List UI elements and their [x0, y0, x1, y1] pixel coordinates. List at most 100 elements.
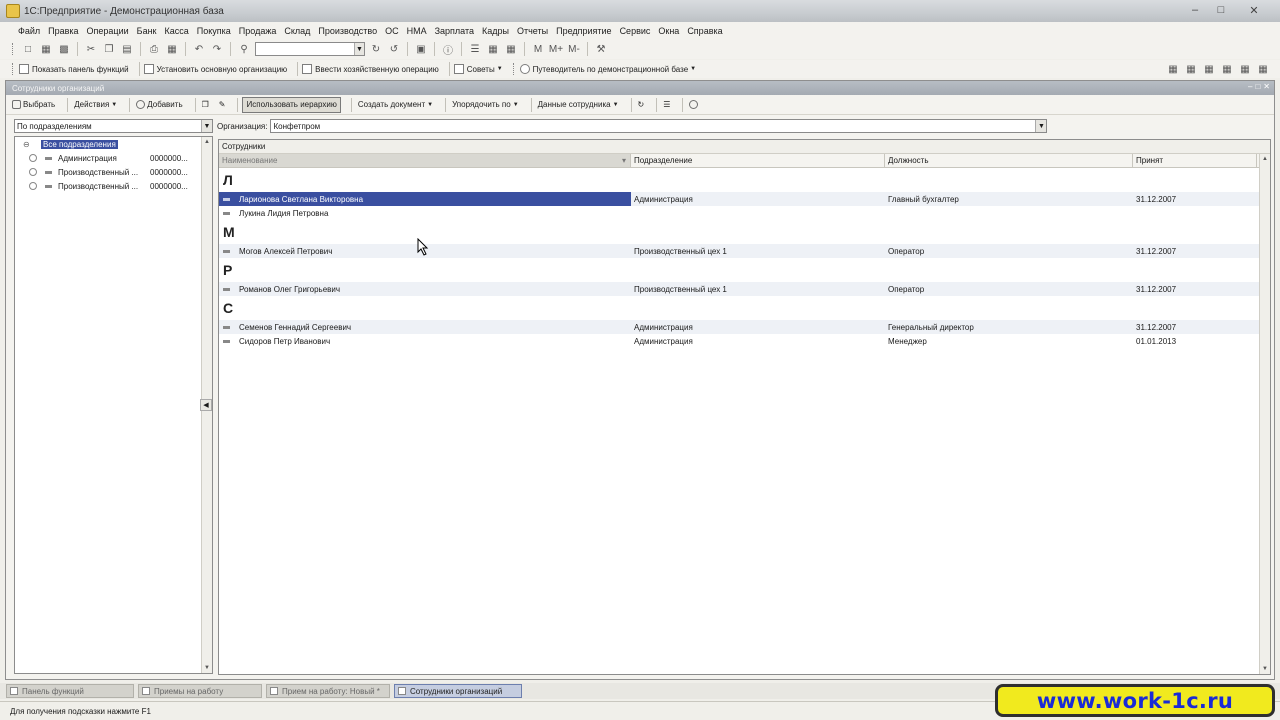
calendar-icon[interactable]: ▦ — [486, 42, 500, 56]
report-icon[interactable]: ▦ — [1238, 62, 1252, 76]
set-org-button[interactable]: Установить основную организацию — [143, 64, 287, 74]
report-icon[interactable]: ▦ — [1166, 62, 1180, 76]
edit-icon[interactable]: ✎ — [217, 97, 228, 113]
tree-item[interactable]: Производственный ... 0000000... — [15, 179, 212, 193]
memory-icon[interactable]: M — [531, 42, 545, 56]
report-icon[interactable]: ▦ — [1256, 62, 1270, 76]
search-input[interactable]: ▼ — [255, 42, 365, 56]
taskbar-item[interactable]: Сотрудники организаций — [394, 684, 522, 698]
splitter-handle[interactable]: ◀ — [200, 399, 212, 411]
table-row[interactable]: Семенов Геннадий Сергеевич Администрация Г… — [219, 320, 1270, 334]
taskbar-item[interactable]: Приемы на работу — [138, 684, 262, 698]
new-document-icon[interactable]: □ — [21, 42, 35, 56]
menu-item[interactable]: Операции — [83, 26, 133, 36]
scroll-down-icon[interactable]: ▼ — [202, 663, 212, 673]
tree-root[interactable]: ⊖ Все подразделения — [15, 137, 212, 151]
undo-icon[interactable]: ↶ — [192, 42, 206, 56]
maximize-button[interactable]: □ — [1208, 1, 1234, 19]
create-document-menu[interactable]: Создать документ ▼ — [356, 97, 435, 113]
cut-icon[interactable]: ✂ — [84, 42, 98, 56]
add-button[interactable]: Добавить — [134, 97, 184, 113]
department-tree[interactable]: ⊖ Все подразделения Администрация 0000000… — [14, 136, 213, 674]
table-row[interactable]: Ларионова Светлана Викторовна Администрац… — [219, 192, 1270, 206]
menu-item[interactable]: Продажа — [235, 26, 281, 36]
menu-item[interactable]: Файл — [14, 26, 44, 36]
info-icon[interactable]: ⓘ — [441, 42, 455, 57]
menu-item[interactable]: Правка — [44, 26, 82, 36]
menu-item[interactable]: Зарплата — [431, 26, 478, 36]
list-icon[interactable]: ☰ — [468, 42, 482, 56]
taskbar-item[interactable]: Панель функций — [6, 684, 134, 698]
report-icon[interactable]: ▦ — [1220, 62, 1234, 76]
list-settings-icon[interactable]: ☰ — [661, 97, 672, 113]
menu-item[interactable]: НМА — [403, 26, 431, 36]
column-header-name[interactable]: Наименование ▾ — [219, 154, 631, 167]
close-button[interactable]: ✕ — [1234, 1, 1274, 19]
find-prev-icon[interactable]: ↺ — [387, 42, 401, 56]
report-icon[interactable]: ▦ — [1202, 62, 1216, 76]
menu-item[interactable]: Касса — [160, 26, 192, 36]
copy-icon[interactable]: ❐ — [200, 97, 211, 113]
tips-button[interactable]: Советы ▼ — [453, 64, 503, 74]
tools-icon[interactable]: ⚒ — [594, 42, 608, 56]
tree-item[interactable]: Производственный ... 0000000... — [15, 165, 212, 179]
table-row[interactable]: Сидоров Петр Иванович Администрация Менедж… — [219, 334, 1270, 348]
select-button[interactable]: Выбрать — [10, 97, 57, 113]
menu-item[interactable]: Предприятие — [552, 26, 615, 36]
menu-item[interactable]: Покупка — [193, 26, 235, 36]
enter-operation-button[interactable]: Ввести хозяйственную операцию — [302, 64, 439, 74]
print-preview-icon[interactable]: ▦ — [165, 42, 179, 56]
taskbar-item[interactable]: Прием на работу: Новый * — [266, 684, 390, 698]
open-folder-icon[interactable]: ▦ — [39, 42, 53, 56]
menu-item[interactable]: Кадры — [478, 26, 513, 36]
memory-minus-icon[interactable]: M- — [567, 42, 581, 56]
scroll-up-icon[interactable]: ▲ — [202, 137, 212, 147]
tree-item[interactable]: Администрация 0000000... — [15, 151, 212, 165]
scroll-up-icon[interactable]: ▲ — [1260, 154, 1270, 164]
form-close-button[interactable]: ✕ — [1263, 82, 1270, 91]
grouping-select[interactable]: По подразделениям ▼ — [14, 119, 213, 133]
scroll-down-icon[interactable]: ▼ — [1260, 664, 1270, 674]
collapse-icon[interactable]: ⊖ — [23, 140, 31, 149]
menu-item[interactable]: ОС — [381, 26, 403, 36]
menu-item[interactable]: Сервис — [616, 26, 655, 36]
save-icon[interactable]: ▩ — [57, 42, 71, 56]
paste-icon[interactable]: ▤ — [120, 42, 134, 56]
menu-item[interactable]: Окна — [654, 26, 683, 36]
calculator-icon[interactable]: ▦ — [504, 42, 518, 56]
table-row[interactable]: Романов Олег Григорьевич Производственный… — [219, 282, 1270, 296]
menu-item[interactable]: Производство — [314, 26, 381, 36]
organization-field[interactable]: Конфетпром ▼ — [270, 119, 1048, 133]
memory-plus-icon[interactable]: M+ — [549, 42, 563, 56]
show-panel-button[interactable]: Показать панель функций — [19, 64, 129, 74]
report-icon[interactable]: ▦ — [1184, 62, 1198, 76]
order-by-menu[interactable]: Упорядочить по ▼ — [450, 97, 521, 113]
menu-item[interactable]: Банк — [133, 26, 161, 36]
column-header-position[interactable]: Должность — [885, 154, 1133, 167]
menu-item[interactable]: Склад — [280, 26, 314, 36]
menu-item[interactable]: Справка — [683, 26, 726, 36]
help-icon[interactable] — [687, 97, 702, 113]
form-maximize-button[interactable]: □ — [1255, 82, 1260, 91]
column-header-dept[interactable]: Подразделение — [631, 154, 885, 167]
employees-list[interactable]: Сотрудники Наименование ▾ Подразделение Д… — [218, 139, 1271, 675]
column-header-hired[interactable]: Принят — [1133, 154, 1257, 167]
guide-button[interactable]: Путеводитель по демонстрационной базе ▼ — [519, 64, 696, 74]
find-next-icon[interactable]: ↻ — [369, 42, 383, 56]
employee-data-menu[interactable]: Данные сотрудника ▼ — [536, 97, 621, 113]
copy-icon[interactable]: ❐ — [102, 42, 116, 56]
hierarchy-toggle[interactable]: Использовать иерархию — [242, 96, 341, 113]
list-scrollbar[interactable]: ▲ ▼ — [1259, 154, 1270, 674]
redo-icon[interactable]: ↷ — [210, 42, 224, 56]
table-row[interactable]: Могов Алексей Петрович Производственный ц… — [219, 244, 1270, 258]
actions-menu[interactable]: Действия ▼ — [72, 97, 119, 113]
search-icon[interactable]: ⚲ — [237, 42, 251, 56]
window-icon[interactable]: ▣ — [414, 42, 428, 56]
employees-form: Сотрудники организаций – □ ✕ Выбрать Дейст… — [5, 80, 1275, 680]
minimize-button[interactable]: – — [1182, 1, 1208, 19]
print-icon[interactable]: ⎙ — [147, 42, 161, 56]
refresh-icon[interactable]: ↻ — [636, 97, 647, 113]
form-minimize-button[interactable]: – — [1248, 82, 1252, 91]
table-row[interactable]: Лукина Лидия Петровна — [219, 206, 1270, 220]
menu-item[interactable]: Отчеты — [513, 26, 552, 36]
